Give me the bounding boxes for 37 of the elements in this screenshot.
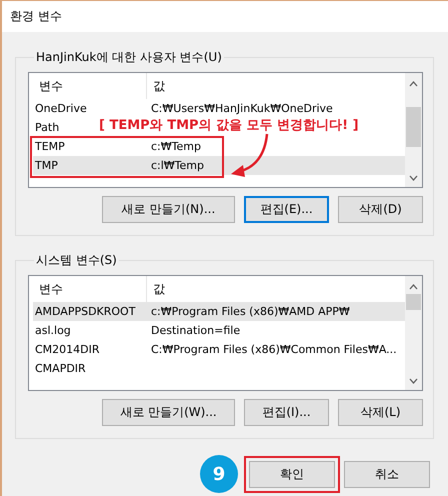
column-header[interactable]: 값: [147, 73, 402, 99]
dialog-button[interactable]: 취소: [344, 460, 430, 488]
action-button[interactable]: 삭제(L): [338, 399, 423, 426]
group-label: HanJinKuk에 대한 사용자 변수(U): [35, 49, 223, 66]
variable-name: asl.log: [34, 324, 71, 337]
variable-row[interactable]: AMDAPPSDKROOT c:₩Program Files (x86)₩AMD APP₩: [33, 302, 405, 321]
group-label: 시스템 변수(S): [35, 252, 118, 269]
variable-row[interactable]: CM2014DIR C:₩Program Files (x86)₩Common Files₩A...: [33, 340, 405, 359]
action-button[interactable]: 새로 만들기(N)...: [102, 196, 235, 223]
variable-value: c:₩Program Files (x86)₩AMD APP₩: [150, 305, 350, 318]
variable-name: OneDrive: [34, 102, 87, 115]
window-title: 환경 변수: [10, 8, 62, 25]
variable-name: AMDAPPSDKROOT: [34, 305, 136, 318]
action-button[interactable]: 새로 만들기(W)...: [102, 399, 235, 426]
variable-row[interactable]: Path: [33, 118, 60, 137]
column-header[interactable]: 변수: [33, 73, 147, 99]
variable-row[interactable]: TEMP c:₩Temp: [33, 137, 405, 156]
variable-name: TMP: [34, 159, 58, 172]
variable-value: C:₩Users₩HanJinKuk₩OneDrive: [150, 102, 333, 115]
variable-row[interactable]: OneDrive C:₩Users₩HanJinKuk₩OneDrive: [33, 99, 405, 118]
variable-value: c:l₩Temp: [150, 159, 204, 172]
step-badge: 9: [200, 455, 238, 493]
variable-name: CM2014DIR: [34, 343, 100, 356]
variable-value: C:₩Program Files (x86)₩Common Files₩A...: [150, 343, 397, 356]
variable-name: TEMP: [34, 140, 65, 153]
variable-value: c:₩Temp: [150, 140, 201, 153]
variable-name: Path: [34, 121, 60, 134]
variable-row[interactable]: TMP c:l₩Temp: [33, 156, 405, 175]
variable-row[interactable]: CMAPDIR: [33, 359, 86, 378]
dialog-button[interactable]: 확인: [249, 460, 335, 488]
action-button[interactable]: 편집(I)...: [244, 399, 329, 426]
variable-row[interactable]: asl.log Destination=file: [33, 321, 405, 340]
column-header[interactable]: 값: [147, 276, 402, 302]
action-button[interactable]: 편집(E)...: [244, 196, 329, 223]
variable-value: Destination=file: [150, 324, 240, 337]
action-button[interactable]: 삭제(D): [338, 196, 423, 223]
variable-name: CMAPDIR: [34, 362, 86, 375]
